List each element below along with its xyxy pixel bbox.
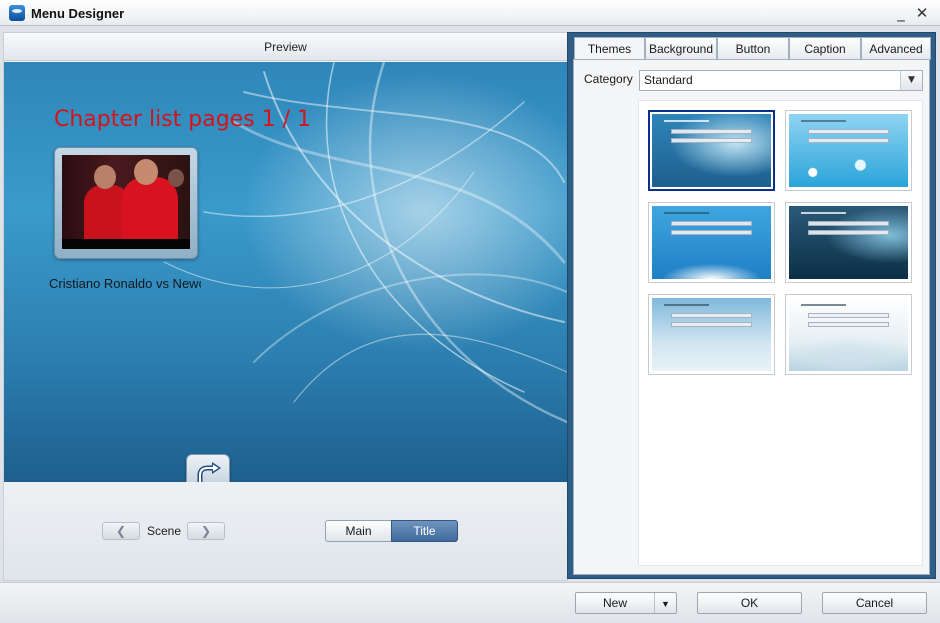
tab-button[interactable]: Button [717, 37, 789, 60]
theme-thumbnail[interactable] [648, 294, 775, 375]
settings-panel: Themes Background Button Caption Advance… [567, 32, 936, 579]
toggle-title-button[interactable]: Title [391, 520, 458, 542]
minimize-icon[interactable]: _ [891, 3, 911, 23]
title-bar: Menu Designer _ ✕ [0, 0, 940, 26]
scene-label: Scene [147, 524, 182, 538]
tab-themes[interactable]: Themes [574, 37, 645, 61]
new-dropdown-button[interactable]: ▼ [654, 593, 676, 613]
chevron-right-icon: ❯ [200, 524, 212, 538]
cancel-button[interactable]: Cancel [822, 592, 927, 614]
category-label: Category [584, 72, 633, 86]
category-value: Standard [644, 73, 693, 87]
app-logo-icon [9, 5, 25, 21]
tab-caption[interactable]: Caption [789, 37, 861, 60]
dialog-button-bar: New ▼ OK Cancel [0, 582, 940, 623]
new-button[interactable]: New ▼ [575, 592, 677, 614]
toggle-main-button[interactable]: Main [325, 520, 392, 542]
thumbnail-caption: Cristiano Ronaldo vs Newcastle [49, 276, 201, 291]
preview-header: Preview [4, 33, 567, 61]
new-button-label: New [602, 596, 627, 610]
tab-advanced[interactable]: Advanced [861, 37, 931, 60]
chapter-title: Chapter list pages 1 / 1 [54, 107, 312, 132]
return-button[interactable] [186, 454, 230, 482]
close-icon[interactable]: ✕ [912, 3, 932, 23]
preview-header-label: Preview [264, 40, 307, 54]
scene-prev-button[interactable]: ❮ [102, 522, 140, 540]
window-title: Menu Designer [31, 6, 125, 21]
chapter-thumbnail[interactable] [54, 147, 198, 259]
scene-controls: ❮ Scene ❯ Main Title [4, 482, 567, 580]
chevron-down-icon: ▼ [908, 75, 915, 85]
theme-thumbnail[interactable] [648, 202, 775, 283]
chevron-left-icon: ❮ [115, 524, 127, 538]
preview-panel: Preview Chapter list pages 1 / 1 Cristia… [3, 32, 568, 581]
category-dropdown-button[interactable]: ▼ [900, 71, 922, 90]
return-arrow-icon [197, 462, 221, 482]
category-select[interactable]: Standard ▼ [639, 70, 923, 91]
ok-button[interactable]: OK [697, 592, 802, 614]
preview-canvas: Chapter list pages 1 / 1 Cristiano Ronal… [4, 62, 567, 482]
chevron-down-icon: ▼ [661, 599, 670, 609]
theme-thumbnail[interactable] [648, 110, 775, 191]
tab-background[interactable]: Background [645, 37, 717, 60]
theme-thumbnail[interactable] [785, 110, 912, 191]
thumbnail-image [62, 155, 190, 249]
theme-gallery [638, 100, 923, 566]
scene-next-button[interactable]: ❯ [187, 522, 225, 540]
theme-thumbnail[interactable] [785, 202, 912, 283]
theme-thumbnail[interactable] [785, 294, 912, 375]
themes-tab-body: Category Standard ▼ [573, 59, 930, 575]
